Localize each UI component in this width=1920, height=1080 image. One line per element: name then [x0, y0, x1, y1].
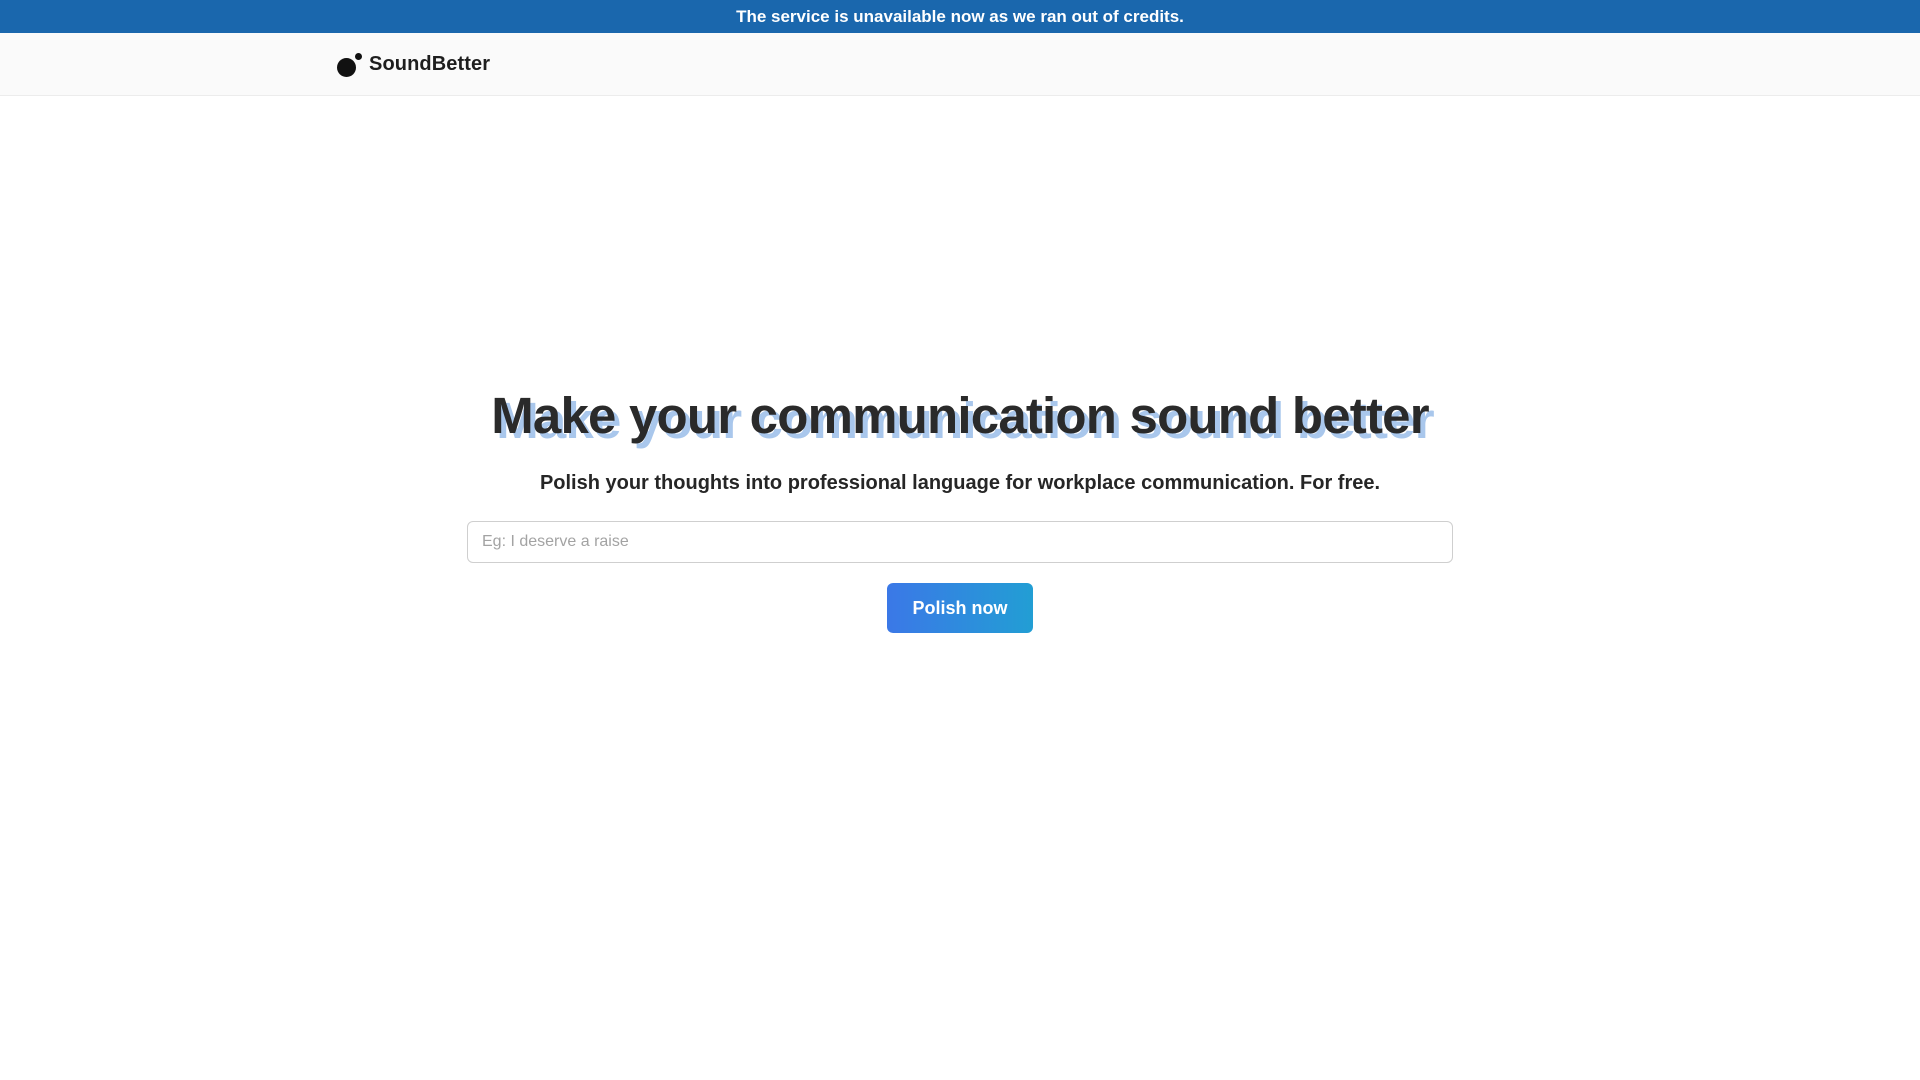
- brand-name: SoundBetter: [369, 53, 491, 75]
- input-wrapper: [467, 521, 1453, 563]
- message-input[interactable]: [467, 521, 1453, 563]
- hero-section: Make your communication sound better Pol…: [0, 383, 1920, 633]
- top-navbar: SoundBetter: [0, 33, 1920, 96]
- brand-home-link[interactable]: SoundBetter: [336, 33, 490, 96]
- banner-message: The service is unavailable now as we ran…: [736, 6, 1184, 26]
- page-subtitle: Polish your thoughts into professional l…: [539, 472, 1381, 494]
- page-title: Make your communication sound better: [491, 387, 1429, 444]
- service-status-banner: The service is unavailable now as we ran…: [0, 0, 1920, 33]
- two-dots-logo-icon: [336, 52, 363, 77]
- polish-now-button[interactable]: Polish now: [887, 583, 1033, 633]
